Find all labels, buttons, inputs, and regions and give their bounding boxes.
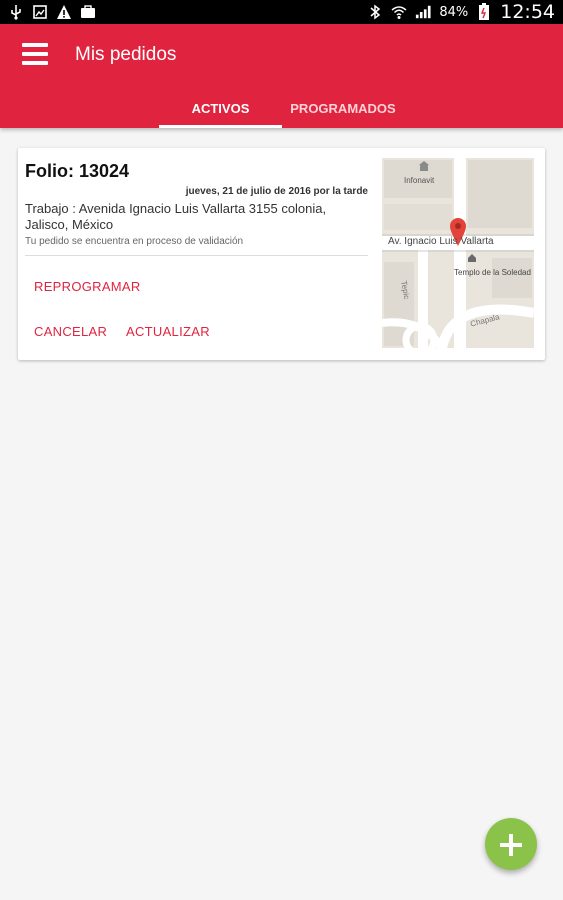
battery-icon (476, 3, 492, 20)
status-bar-right: 84% 12:54 (367, 1, 555, 23)
briefcase-icon (80, 4, 96, 20)
menu-icon[interactable] (22, 43, 48, 65)
map-label-temple: Templo de la Soledad (454, 268, 531, 277)
map-label-infonavit: Infonavit (404, 176, 435, 185)
status-bar-left (8, 4, 96, 20)
plus-icon (500, 826, 522, 862)
tab-indicator (159, 125, 282, 128)
tab-programados[interactable]: PROGRAMADOS (282, 88, 404, 128)
usb-icon (8, 4, 24, 20)
map-label-street: Av. Ignacio Luis Vallarta (388, 236, 494, 247)
clock: 12:54 (500, 1, 555, 23)
reprogramar-button[interactable]: REPROGRAMAR (34, 279, 141, 294)
status-bar: 84% 12:54 (0, 0, 563, 24)
order-map[interactable]: Infonavit Av. Ignacio Luis Vallarta Temp… (382, 158, 534, 348)
order-address: Trabajo : Avenida Ignacio Luis Vallarta … (25, 201, 327, 232)
warning-icon (56, 4, 72, 20)
bluetooth-icon (367, 4, 383, 20)
tab-activos[interactable]: ACTIVOS (159, 88, 282, 128)
actualizar-button[interactable]: ACTUALIZAR (126, 324, 210, 339)
signal-icon (415, 4, 431, 20)
order-date: jueves, 21 de julio de 2016 por la tarde (185, 186, 368, 197)
divider (25, 255, 368, 256)
page-title: Mis pedidos (75, 44, 177, 65)
tab-bar: ACTIVOS PROGRAMADOS (0, 88, 563, 128)
battery-percent: 84% (439, 4, 469, 20)
add-order-button[interactable] (485, 818, 537, 870)
order-folio: Folio: 13024 (25, 161, 130, 181)
cancelar-button[interactable]: CANCELAR (34, 324, 107, 339)
image-off-icon (32, 4, 48, 20)
wifi-icon (391, 4, 407, 20)
order-card[interactable]: Folio: 13024 jueves, 21 de julio de 2016… (18, 148, 545, 360)
app-bar: Mis pedidos ACTIVOS PROGRAMADOS (0, 24, 563, 128)
order-status: Tu pedido se encuentra en proceso de val… (25, 236, 244, 247)
